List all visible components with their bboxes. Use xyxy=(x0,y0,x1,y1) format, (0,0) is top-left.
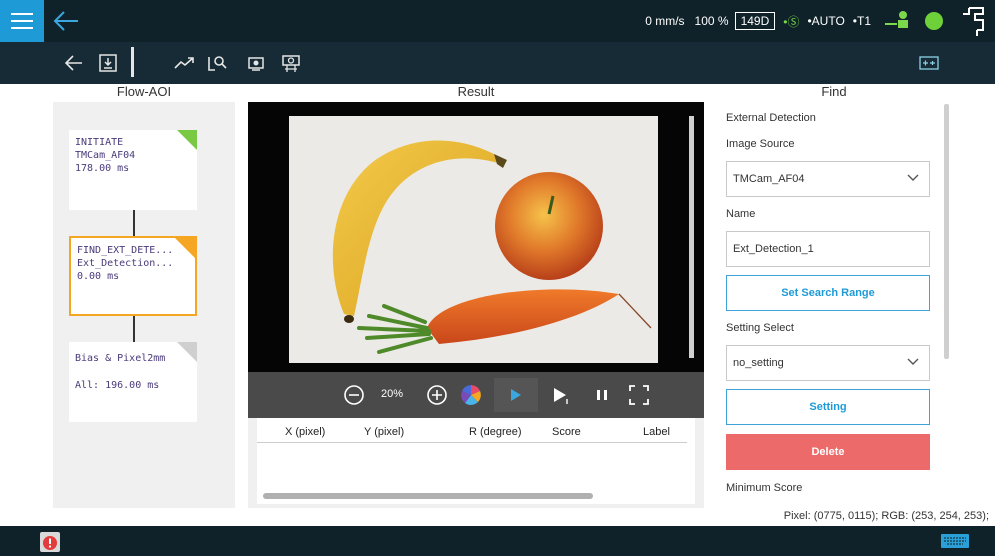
status-area: 0 mm/s 100 % 149D •Ⓢ •AUTO •T1 xyxy=(645,0,995,42)
column-header: Score xyxy=(552,426,581,438)
toolbar xyxy=(0,42,995,84)
trend-icon[interactable] xyxy=(172,50,196,76)
zoom-out-icon[interactable] xyxy=(342,383,366,407)
node-title: INITIATE xyxy=(75,137,124,148)
section-title: External Detection xyxy=(726,112,816,124)
bottom-bar xyxy=(0,526,995,556)
image-viewer[interactable] xyxy=(248,102,704,372)
column-header: R (degree) xyxy=(469,426,522,438)
toolbar-separator xyxy=(131,47,134,77)
flow-connector xyxy=(133,210,135,236)
back-arrow-icon[interactable] xyxy=(52,9,82,33)
flow-panel-title: Flow-AOI xyxy=(116,84,172,99)
save-icon[interactable] xyxy=(97,50,119,76)
node-subtitle: TMCam_AF04 xyxy=(75,150,136,161)
zoom-level: 20% xyxy=(381,388,404,400)
name-field[interactable]: Ext_Detection_1 xyxy=(726,231,930,267)
node-time: All: 196.00 ms xyxy=(75,380,160,391)
find-panel: External Detection Image Source TMCam_AF… xyxy=(716,102,952,508)
node-title: FIND_EXT_DETE... xyxy=(77,245,174,256)
result-table: X (pixel) Y (pixel) R (degree) Score Lab… xyxy=(257,418,695,504)
camera-image xyxy=(289,116,658,363)
node-title: Bias & Pixel2mm xyxy=(75,353,166,364)
zoom-in-icon[interactable] xyxy=(425,383,449,407)
camera-icon[interactable] xyxy=(246,50,266,76)
name-value: Ext_Detection_1 xyxy=(733,243,814,255)
top-status-bar: 0 mm/s 100 % 149D •Ⓢ •AUTO •T1 xyxy=(0,0,995,42)
find-panel-scrollbar[interactable] xyxy=(944,104,949,359)
node-subtitle: Ext_Detection... xyxy=(77,258,174,269)
column-header: Label xyxy=(643,426,670,438)
speed-percent: 100 % xyxy=(694,14,729,28)
fit-view-icon[interactable] xyxy=(917,50,941,76)
node-time: 0.00 ms xyxy=(77,271,120,282)
node-status-marker xyxy=(177,130,197,150)
image-scrollbar[interactable] xyxy=(689,116,694,358)
t1-status: •T1 xyxy=(852,14,871,28)
image-source-value: TMCam_AF04 xyxy=(733,173,805,185)
color-wheel-icon[interactable] xyxy=(459,383,483,407)
minimum-score-label: Minimum Score xyxy=(726,482,803,494)
green-status-icon xyxy=(885,11,908,28)
image-source-select[interactable]: TMCam_AF04 xyxy=(726,161,930,197)
setting-select[interactable]: no_setting xyxy=(726,345,930,381)
play-button[interactable] xyxy=(494,378,538,412)
fullscreen-icon[interactable] xyxy=(627,383,651,407)
column-header: X (pixel) xyxy=(285,426,326,438)
play-icon xyxy=(511,389,521,401)
pause-icon[interactable] xyxy=(592,383,612,407)
flow-node-find-ext-detection[interactable]: FIND_EXT_DETE... Ext_Detection... 0.00 m… xyxy=(69,236,197,316)
chevron-down-icon xyxy=(907,174,919,181)
mode-status: •AUTO xyxy=(807,14,845,28)
result-panel: 20% X (pixel) Y (pixel) R (degree) Score… xyxy=(248,102,704,508)
camera-settings-icon[interactable] xyxy=(280,50,302,76)
image-control-bar: 20% xyxy=(248,372,704,418)
find-panel-title: Find xyxy=(821,84,847,99)
image-source-label: Image Source xyxy=(726,138,795,150)
connection-indicator xyxy=(925,12,943,30)
step-icon[interactable] xyxy=(549,383,573,407)
search-tool-icon[interactable] xyxy=(205,50,229,76)
table-header-divider xyxy=(257,442,687,443)
column-header: Y (pixel) xyxy=(364,426,405,438)
node-status-marker xyxy=(175,238,195,258)
keyboard-icon[interactable] xyxy=(941,534,969,548)
setting-select-label: Setting Select xyxy=(726,322,794,334)
result-panel-title: Result xyxy=(457,84,495,99)
menu-icon[interactable] xyxy=(0,0,44,42)
pixel-info: Pixel: (0775, 0115); RGB: (253, 254, 253… xyxy=(783,510,989,522)
robot-arm-icon[interactable] xyxy=(957,0,991,42)
node-status-marker xyxy=(177,342,197,362)
flow-panel: INITIATE TMCam_AF04 178.00 ms FIND_EXT_D… xyxy=(53,102,235,508)
delete-button[interactable]: Delete xyxy=(726,434,930,470)
alert-icon[interactable] xyxy=(39,531,61,553)
setting-button[interactable]: Setting xyxy=(726,389,930,425)
flow-node-initiate[interactable]: INITIATE TMCam_AF04 178.00 ms xyxy=(69,130,197,210)
speed-readout: 0 mm/s xyxy=(645,14,685,28)
safety-status: •Ⓢ xyxy=(783,14,800,29)
back-arrow-icon[interactable] xyxy=(62,50,86,76)
flow-connector xyxy=(133,316,135,342)
vision-badge[interactable]: 149D xyxy=(734,12,776,30)
node-time: 178.00 ms xyxy=(75,163,130,174)
setting-select-value: no_setting xyxy=(733,357,784,369)
name-label: Name xyxy=(726,208,756,220)
chevron-down-icon xyxy=(907,358,919,365)
table-scrollbar[interactable] xyxy=(263,493,593,499)
flow-node-bias-pixel2mm[interactable]: Bias & Pixel2mm All: 196.00 ms xyxy=(69,342,197,422)
set-search-range-button[interactable]: Set Search Range xyxy=(726,275,930,311)
